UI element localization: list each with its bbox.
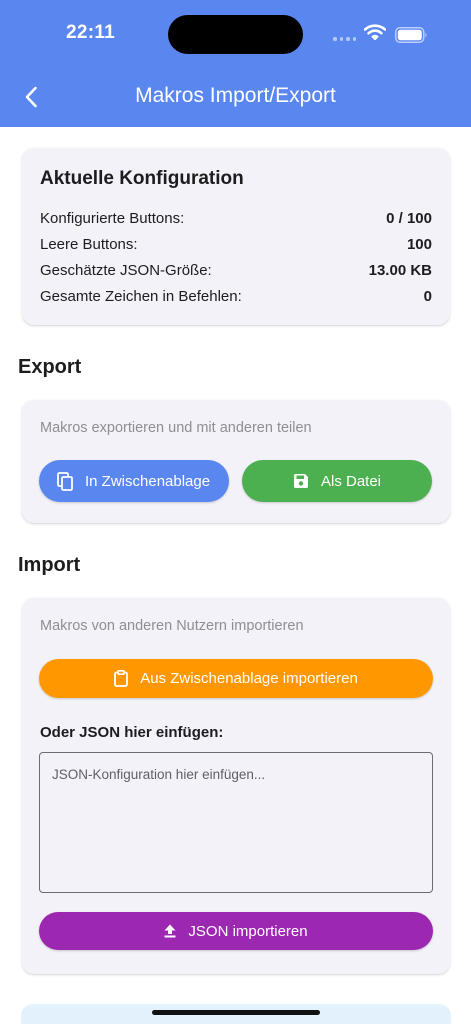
export-clipboard-button[interactable]: In Zwischenablage [39,460,229,502]
home-indicator [152,1010,320,1015]
config-row-configured: Konfigurierte Buttons: 0 / 100 [40,210,432,230]
import-section-title: Import [18,554,81,576]
export-hint: Makros exportieren und mit anderen teile… [40,420,312,436]
config-card: Aktuelle Konfiguration Konfigurierte But… [22,148,450,325]
json-input[interactable] [39,752,433,893]
config-title: Aktuelle Konfiguration [40,168,244,189]
config-row-value: 13.00 KB [368,262,432,279]
page-title: Makros Import/Export [135,84,336,107]
import-clipboard-button[interactable]: Aus Zwischenablage importieren [39,659,433,698]
export-clipboard-label: In Zwischenablage [85,472,211,490]
dynamic-island [168,15,303,54]
export-card: Makros exportieren und mit anderen teile… [22,400,450,523]
config-row-label: Geschätzte JSON-Größe: [40,262,212,279]
config-row-label: Gesamte Zeichen in Befehlen: [40,288,242,305]
config-row-empty: Leere Buttons: 100 [40,236,432,256]
clipboard-icon [114,670,129,687]
json-import-label: JSON importieren [188,922,308,940]
save-icon [293,474,308,488]
json-field-label: Oder JSON hier einfügen: [40,724,224,741]
wifi-icon [364,24,386,40]
battery-icon [395,27,427,43]
config-row-value: 0 [423,288,432,305]
cellular-signal-icon [333,37,356,41]
export-file-button[interactable]: Als Datei [242,460,432,502]
config-row-chars: Gesamte Zeichen in Befehlen: 0 [40,288,432,308]
config-row-label: Konfigurierte Buttons: [40,210,185,227]
status-time: 22:11 [66,22,116,43]
export-section-title: Export [18,356,82,378]
copy-icon [57,471,73,491]
config-row-size: Geschätzte JSON-Größe: 13.00 KB [40,262,432,282]
import-card: Makros von anderen Nutzern importieren A… [22,598,450,974]
import-clipboard-label: Aus Zwischenablage importieren [140,670,358,687]
export-file-label: Als Datei [320,472,382,490]
import-hint: Makros von anderen Nutzern importieren [40,618,304,634]
config-row-value: 0 / 100 [386,210,432,227]
app-header: 22:11 Makros Import/Export [0,0,471,127]
config-row-value: 100 [406,236,432,253]
upload-icon [164,924,176,938]
json-import-button[interactable]: JSON importieren [39,912,433,950]
config-row-label: Leere Buttons: [40,236,138,253]
